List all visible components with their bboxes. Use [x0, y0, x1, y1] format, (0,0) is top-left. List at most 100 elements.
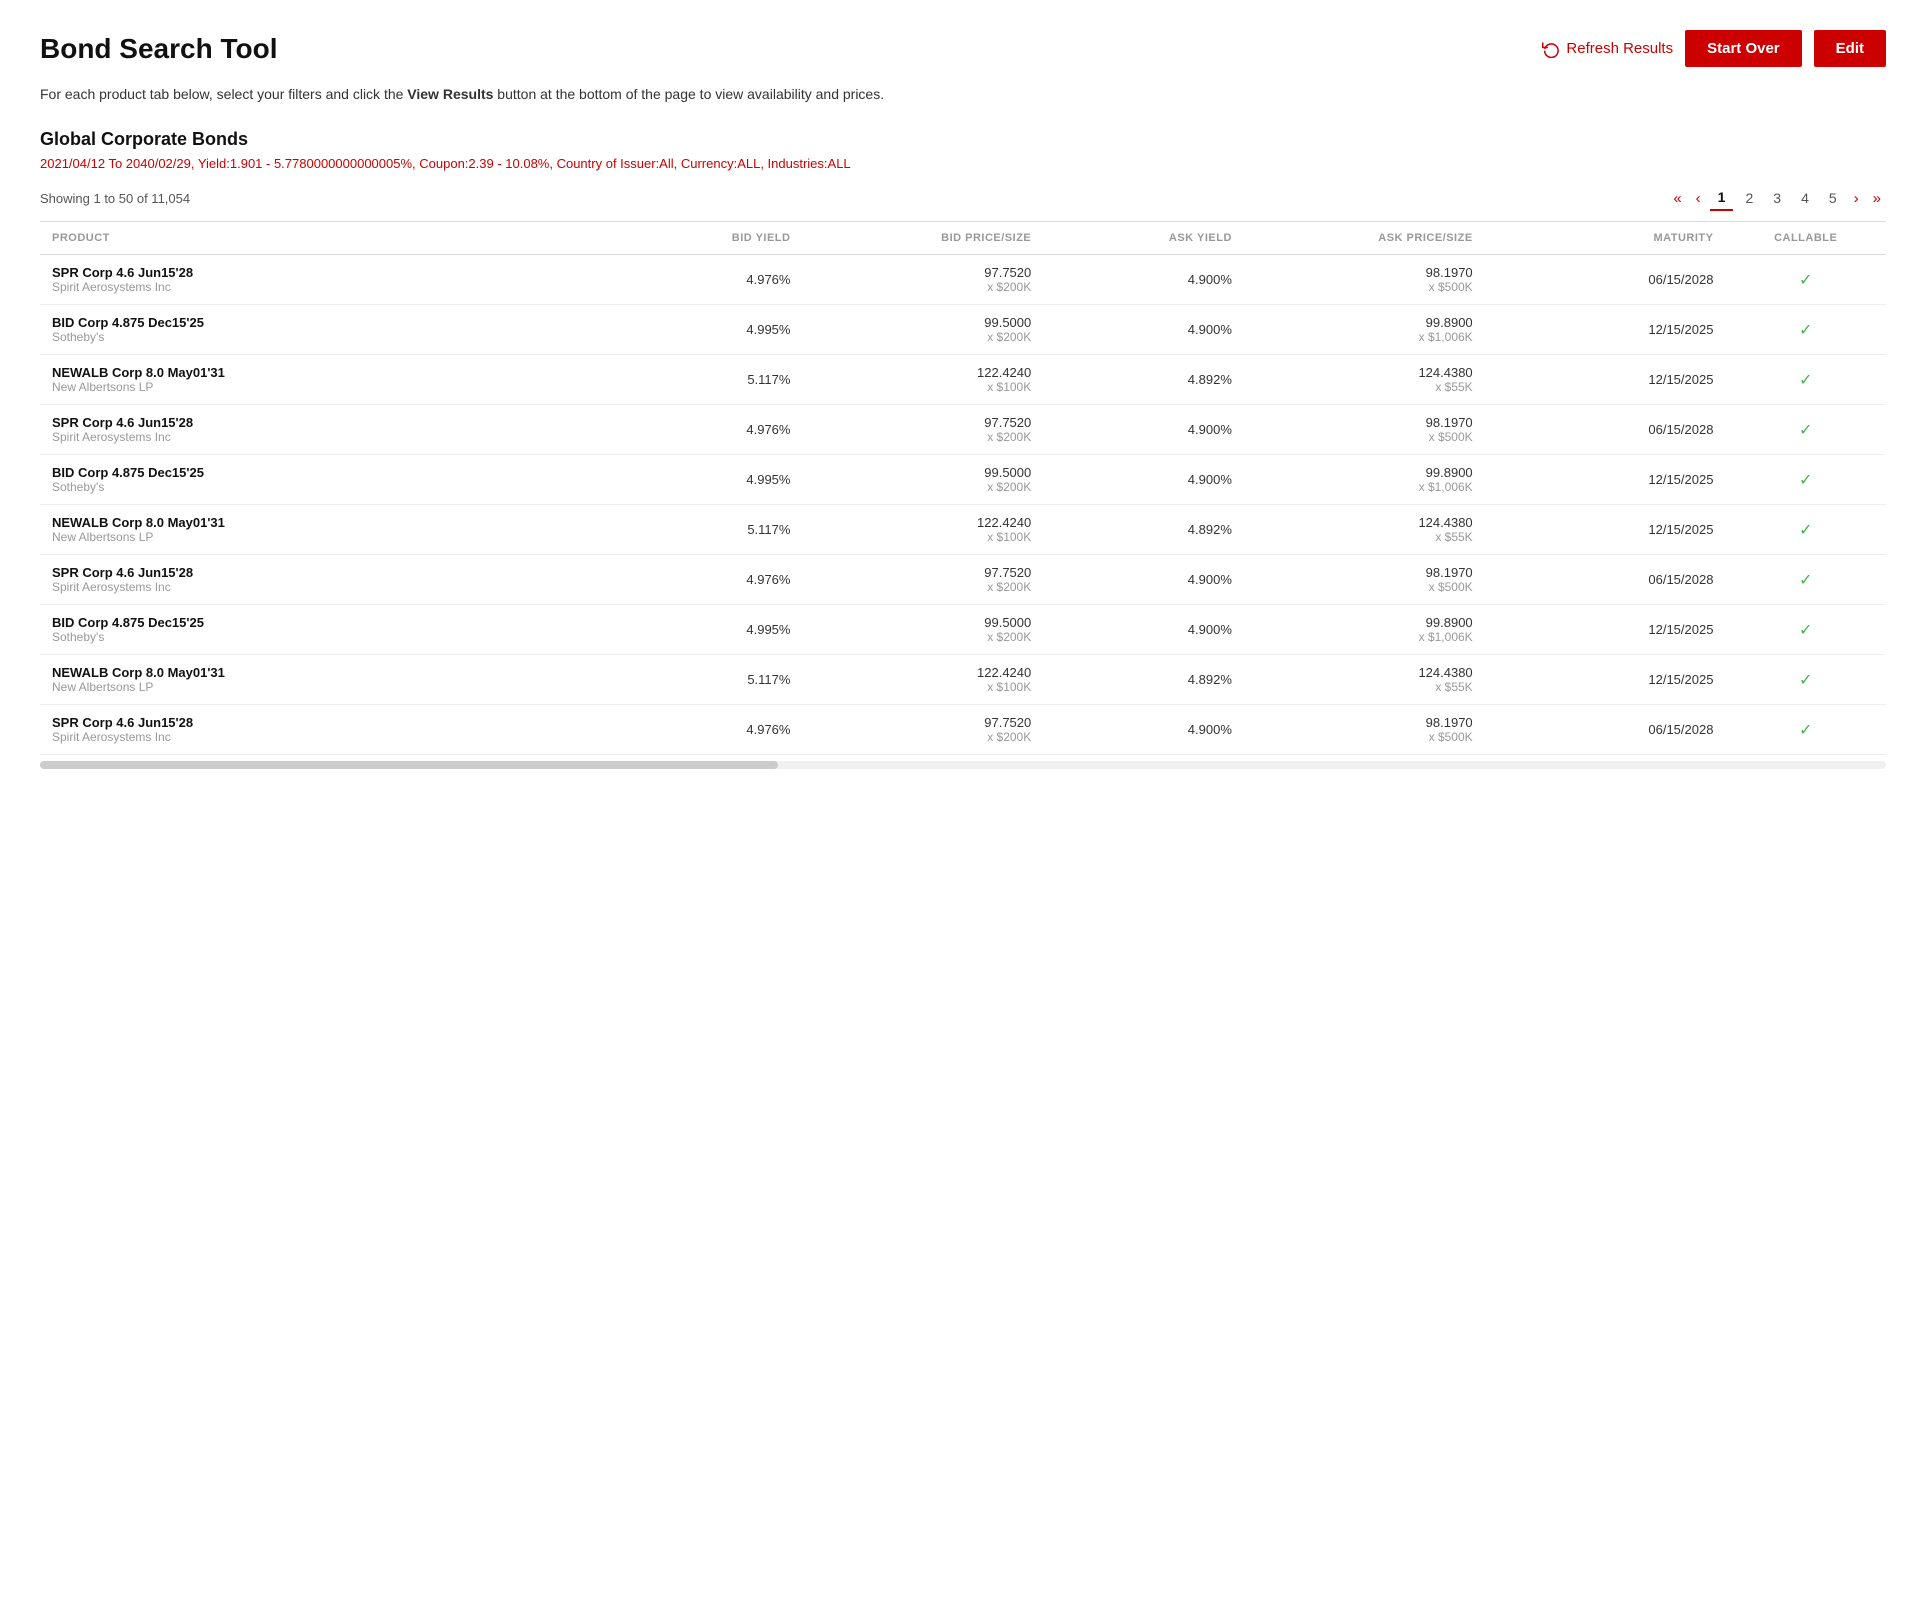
table-row: NEWALB Corp 8.0 May01'31 New Albertsons … [40, 505, 1886, 555]
product-issuer-0: Spirit Aerosystems Inc [52, 280, 590, 294]
bid-price-value-3: 97.7520 [814, 415, 1031, 430]
table-body: SPR Corp 4.6 Jun15'28 Spirit Aerosystems… [40, 255, 1886, 755]
table-row: BID Corp 4.875 Dec15'25 Sotheby's 4.995%… [40, 305, 1886, 355]
ask-price-value-2: 124.4380 [1256, 365, 1473, 380]
pagination-next[interactable]: › [1849, 188, 1864, 209]
cell-product-2: NEWALB Corp 8.0 May01'31 New Albertsons … [40, 355, 602, 405]
bid-size-1: x $200K [814, 330, 1031, 344]
cell-maturity-4: 12/15/2025 [1485, 455, 1726, 505]
cell-ask-price-0: 98.1970 x $500K [1244, 255, 1485, 305]
cell-maturity-1: 12/15/2025 [1485, 305, 1726, 355]
page-title: Bond Search Tool [40, 33, 278, 65]
description-part2: button at the bottom of the page to view… [493, 86, 884, 102]
pagination-prev[interactable]: ‹ [1691, 188, 1706, 209]
callable-check-icon: ✓ [1737, 570, 1874, 590]
bid-size-8: x $100K [814, 680, 1031, 694]
cell-bid-price-5: 122.4240 x $100K [802, 505, 1043, 555]
cell-bid-price-8: 122.4240 x $100K [802, 655, 1043, 705]
start-over-button[interactable]: Start Over [1685, 30, 1802, 67]
refresh-icon [1542, 40, 1560, 58]
cell-callable-9: ✓ [1725, 705, 1886, 755]
horizontal-scrollbar[interactable] [40, 761, 1886, 769]
cell-callable-6: ✓ [1725, 555, 1886, 605]
cell-ask-yield-1: 4.900% [1043, 305, 1244, 355]
cell-callable-4: ✓ [1725, 455, 1886, 505]
product-issuer-6: Spirit Aerosystems Inc [52, 580, 590, 594]
bid-size-6: x $200K [814, 580, 1031, 594]
ask-price-value-6: 98.1970 [1256, 565, 1473, 580]
callable-check-icon: ✓ [1737, 370, 1874, 390]
results-table: PRODUCT BID YIELD BID PRICE/SIZE ASK YIE… [40, 221, 1886, 755]
cell-ask-yield-4: 4.900% [1043, 455, 1244, 505]
cell-bid-price-0: 97.7520 x $200K [802, 255, 1043, 305]
pagination-last[interactable]: » [1868, 188, 1886, 209]
product-issuer-1: Sotheby's [52, 330, 590, 344]
cell-ask-price-4: 99.8900 x $1,006K [1244, 455, 1485, 505]
cell-product-7: BID Corp 4.875 Dec15'25 Sotheby's [40, 605, 602, 655]
callable-check-icon: ✓ [1737, 670, 1874, 690]
product-name-0: SPR Corp 4.6 Jun15'28 [52, 265, 590, 280]
pagination-first[interactable]: « [1668, 188, 1686, 209]
cell-bid-price-9: 97.7520 x $200K [802, 705, 1043, 755]
product-name-1: BID Corp 4.875 Dec15'25 [52, 315, 590, 330]
cell-ask-yield-0: 4.900% [1043, 255, 1244, 305]
bid-size-9: x $200K [814, 730, 1031, 744]
cell-bid-yield-5: 5.117% [602, 505, 803, 555]
bid-size-0: x $200K [814, 280, 1031, 294]
table-row: SPR Corp 4.6 Jun15'28 Spirit Aerosystems… [40, 555, 1886, 605]
cell-maturity-7: 12/15/2025 [1485, 605, 1726, 655]
col-header-callable: CALLABLE [1725, 222, 1886, 255]
edit-button[interactable]: Edit [1814, 30, 1886, 67]
bid-price-value-0: 97.7520 [814, 265, 1031, 280]
pagination-page-3[interactable]: 3 [1765, 186, 1789, 210]
ask-size-0: x $500K [1256, 280, 1473, 294]
cell-bid-price-6: 97.7520 x $200K [802, 555, 1043, 605]
pagination-page-5[interactable]: 5 [1821, 186, 1845, 210]
product-name-4: BID Corp 4.875 Dec15'25 [52, 465, 590, 480]
cell-ask-price-9: 98.1970 x $500K [1244, 705, 1485, 755]
results-table-wrapper: PRODUCT BID YIELD BID PRICE/SIZE ASK YIE… [40, 221, 1886, 769]
cell-bid-price-4: 99.5000 x $200K [802, 455, 1043, 505]
bid-size-3: x $200K [814, 430, 1031, 444]
col-header-ask-price: ASK PRICE/SIZE [1244, 222, 1485, 255]
cell-ask-yield-8: 4.892% [1043, 655, 1244, 705]
col-header-maturity: MATURITY [1485, 222, 1726, 255]
cell-ask-price-3: 98.1970 x $500K [1244, 405, 1485, 455]
ask-price-value-1: 99.8900 [1256, 315, 1473, 330]
cell-product-6: SPR Corp 4.6 Jun15'28 Spirit Aerosystems… [40, 555, 602, 605]
ask-size-9: x $500K [1256, 730, 1473, 744]
table-row: BID Corp 4.875 Dec15'25 Sotheby's 4.995%… [40, 455, 1886, 505]
ask-size-3: x $500K [1256, 430, 1473, 444]
cell-ask-price-2: 124.4380 x $55K [1244, 355, 1485, 405]
ask-size-1: x $1,006K [1256, 330, 1473, 344]
product-name-8: NEWALB Corp 8.0 May01'31 [52, 665, 590, 680]
product-name-9: SPR Corp 4.6 Jun15'28 [52, 715, 590, 730]
ask-price-value-9: 98.1970 [1256, 715, 1473, 730]
cell-ask-yield-7: 4.900% [1043, 605, 1244, 655]
product-name-3: SPR Corp 4.6 Jun15'28 [52, 415, 590, 430]
pagination-page-1[interactable]: 1 [1710, 185, 1734, 211]
pagination-page-4[interactable]: 4 [1793, 186, 1817, 210]
cell-product-3: SPR Corp 4.6 Jun15'28 Spirit Aerosystems… [40, 405, 602, 455]
pagination-page-2[interactable]: 2 [1737, 186, 1761, 210]
cell-callable-1: ✓ [1725, 305, 1886, 355]
table-row: NEWALB Corp 8.0 May01'31 New Albertsons … [40, 355, 1886, 405]
cell-ask-price-7: 99.8900 x $1,006K [1244, 605, 1485, 655]
results-header: Showing 1 to 50 of 11,054 « ‹ 1 2 3 4 5 … [40, 185, 1886, 211]
cell-product-5: NEWALB Corp 8.0 May01'31 New Albertsons … [40, 505, 602, 555]
ask-price-value-5: 124.4380 [1256, 515, 1473, 530]
cell-ask-price-5: 124.4380 x $55K [1244, 505, 1485, 555]
refresh-button[interactable]: Refresh Results [1542, 40, 1673, 58]
cell-callable-3: ✓ [1725, 405, 1886, 455]
col-header-bid-yield: BID YIELD [602, 222, 803, 255]
table-row: SPR Corp 4.6 Jun15'28 Spirit Aerosystems… [40, 405, 1886, 455]
cell-callable-5: ✓ [1725, 505, 1886, 555]
table-row: NEWALB Corp 8.0 May01'31 New Albertsons … [40, 655, 1886, 705]
bid-price-value-6: 97.7520 [814, 565, 1031, 580]
scrollbar-thumb[interactable] [40, 761, 778, 769]
product-issuer-4: Sotheby's [52, 480, 590, 494]
cell-bid-yield-0: 4.976% [602, 255, 803, 305]
ask-size-6: x $500K [1256, 580, 1473, 594]
ask-price-value-8: 124.4380 [1256, 665, 1473, 680]
cell-maturity-3: 06/15/2028 [1485, 405, 1726, 455]
